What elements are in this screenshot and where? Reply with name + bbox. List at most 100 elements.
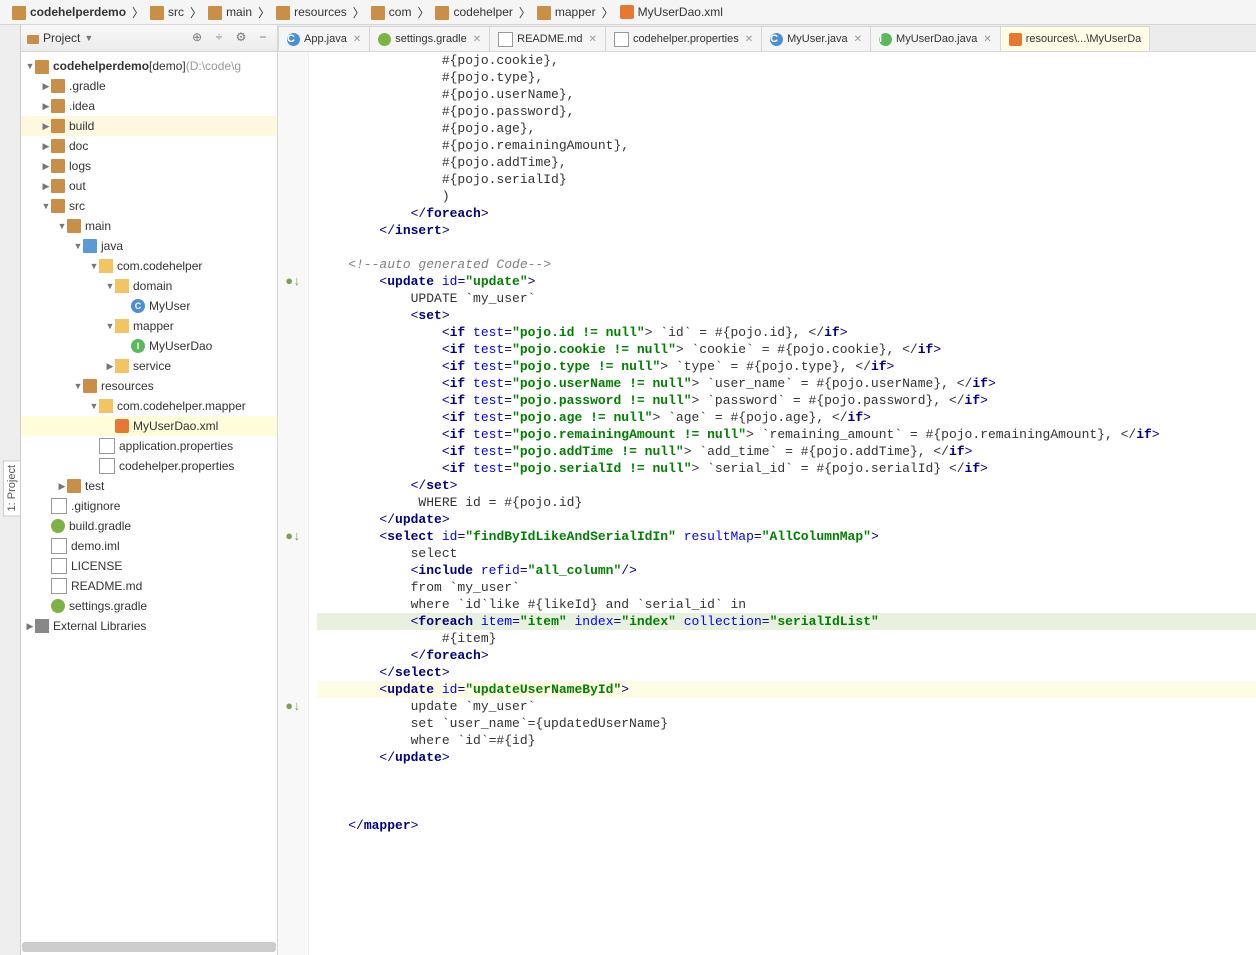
- folder-icon: [51, 159, 65, 173]
- close-icon[interactable]: ✕: [589, 34, 597, 45]
- code-content[interactable]: #{pojo.cookie}, #{pojo.type}, #{pojo.use…: [309, 52, 1256, 955]
- tree-item[interactable]: ▶service: [21, 356, 277, 376]
- gutter[interactable]: ●↓●↓●↓: [278, 52, 309, 955]
- tree-item[interactable]: ▶test: [21, 476, 277, 496]
- file-icon: [51, 578, 67, 594]
- select-opened-icon[interactable]: ÷: [211, 30, 227, 46]
- tree-item[interactable]: LICENSE: [21, 556, 277, 576]
- editor-tab[interactable]: CMyUser.java✕: [761, 26, 871, 51]
- close-icon[interactable]: ✕: [353, 34, 361, 45]
- tree-item[interactable]: ▼java: [21, 236, 277, 256]
- breadcrumb-item[interactable]: codehelper: [429, 4, 518, 20]
- editor-tab[interactable]: settings.gradle✕: [369, 26, 490, 51]
- tree-item[interactable]: ▶doc: [21, 136, 277, 156]
- folder-icon: [12, 6, 26, 20]
- editor-tab[interactable]: IMyUserDao.java✕: [870, 26, 1001, 51]
- pkg-icon: [115, 279, 129, 293]
- editor-tab[interactable]: CApp.java✕: [278, 26, 370, 51]
- breadcrumb-item[interactable]: src: [144, 4, 190, 20]
- breadcrumb-item[interactable]: codehelperdemo: [6, 4, 132, 20]
- tree-item[interactable]: ▼src: [21, 196, 277, 216]
- folder-icon: [435, 6, 449, 20]
- breadcrumb-item[interactable]: resources: [270, 4, 353, 20]
- collapse-icon[interactable]: ⊕: [189, 30, 205, 46]
- pkg-icon: [115, 359, 129, 373]
- tree-item[interactable]: ▼mapper: [21, 316, 277, 336]
- tree-item[interactable]: MyUserDao.xml: [21, 416, 277, 436]
- breadcrumb-item[interactable]: MyUserDao.xml: [614, 5, 729, 19]
- editor-tab[interactable]: resources\...\MyUserDa: [1000, 26, 1151, 51]
- tree-item[interactable]: README.md: [21, 576, 277, 596]
- tree-item[interactable]: ▶out: [21, 176, 277, 196]
- folder-icon: [67, 479, 81, 493]
- pkg-icon: [115, 319, 129, 333]
- tree-item[interactable]: ▼com.codehelper.mapper: [21, 396, 277, 416]
- tree-item[interactable]: ▶.idea: [21, 96, 277, 116]
- folder-icon: [51, 179, 65, 193]
- folder-icon: [51, 199, 65, 213]
- src-icon: [83, 239, 97, 253]
- tree-item[interactable]: ▼main: [21, 216, 277, 236]
- breadcrumb: codehelperdemo〉src〉main〉resources〉com〉co…: [0, 0, 1256, 25]
- tree-item[interactable]: ▼com.codehelper: [21, 256, 277, 276]
- close-icon[interactable]: ✕: [854, 34, 862, 45]
- close-icon[interactable]: ✕: [983, 34, 991, 45]
- breadcrumb-item[interactable]: com: [365, 4, 418, 20]
- scrollbar-horizontal[interactable]: [22, 942, 276, 952]
- editor-tab[interactable]: codehelper.properties✕: [605, 26, 762, 51]
- prop-icon: [99, 458, 115, 474]
- panel-title-label: Project: [43, 31, 80, 45]
- tree-item[interactable]: ▶logs: [21, 156, 277, 176]
- file-icon: [51, 558, 67, 574]
- tree-item[interactable]: codehelper.properties: [21, 456, 277, 476]
- project-panel: Project ▼ ⊕ ÷ ⚙ − ▼codehelperdemo [demo]…: [21, 25, 278, 955]
- editor-tab[interactable]: README.md✕: [489, 26, 606, 51]
- tab-structure[interactable]: 7: Structure: [0, 456, 3, 521]
- pkg-icon: [99, 399, 113, 413]
- tree-item[interactable]: IMyUserDao: [21, 336, 277, 356]
- folder-icon: [276, 6, 290, 20]
- tree-item[interactable]: settings.gradle: [21, 596, 277, 616]
- folder-icon: [51, 139, 65, 153]
- pkg-icon: [99, 259, 113, 273]
- folder-icon: [620, 5, 634, 19]
- folder-icon: [371, 6, 385, 20]
- breadcrumb-item[interactable]: main: [202, 4, 258, 20]
- prop-icon: [51, 538, 67, 554]
- editor-area: CApp.java✕settings.gradle✕README.md✕code…: [278, 25, 1256, 955]
- folder-hl-icon: [51, 119, 65, 133]
- close-icon[interactable]: ✕: [745, 34, 753, 45]
- tree-item[interactable]: application.properties: [21, 436, 277, 456]
- int-icon: I: [131, 339, 145, 353]
- folder-icon: [537, 6, 551, 20]
- grad-icon: [51, 519, 65, 533]
- tree-item[interactable]: ▶.gradle: [21, 76, 277, 96]
- tree-item[interactable]: build.gradle: [21, 516, 277, 536]
- grad-icon: [378, 33, 391, 46]
- int-icon: I: [879, 33, 892, 46]
- hide-icon[interactable]: −: [255, 30, 271, 46]
- grad-icon: [51, 599, 65, 613]
- project-tree[interactable]: ▼codehelperdemo [demo] (D:\code\g▶.gradl…: [21, 52, 277, 955]
- class-icon: C: [770, 33, 783, 46]
- breadcrumb-item[interactable]: mapper: [531, 4, 602, 20]
- prop-icon: [99, 438, 115, 454]
- project-panel-title[interactable]: Project ▼: [27, 31, 189, 45]
- folder-icon: [51, 79, 65, 93]
- code-editor[interactable]: ●↓●↓●↓ #{pojo.cookie}, #{pojo.type}, #{p…: [278, 52, 1256, 955]
- settings-icon[interactable]: ⚙: [233, 30, 249, 46]
- prop-icon: [614, 32, 629, 47]
- tab-project[interactable]: 1: Project: [3, 460, 20, 516]
- tree-item[interactable]: .gitignore: [21, 496, 277, 516]
- tree-item[interactable]: ▶build: [21, 116, 277, 136]
- tree-external-libs[interactable]: ▶External Libraries: [21, 616, 277, 636]
- close-icon[interactable]: ✕: [473, 34, 481, 45]
- tree-root[interactable]: ▼codehelperdemo [demo] (D:\code\g: [21, 56, 277, 76]
- tree-item[interactable]: ▼resources: [21, 376, 277, 396]
- folder-icon: [208, 6, 222, 20]
- tree-item[interactable]: demo.iml: [21, 536, 277, 556]
- tree-item[interactable]: ▼domain: [21, 276, 277, 296]
- tree-item[interactable]: CMyUser: [21, 296, 277, 316]
- class-icon: C: [131, 299, 145, 313]
- editor-tabs: CApp.java✕settings.gradle✕README.md✕code…: [278, 25, 1256, 52]
